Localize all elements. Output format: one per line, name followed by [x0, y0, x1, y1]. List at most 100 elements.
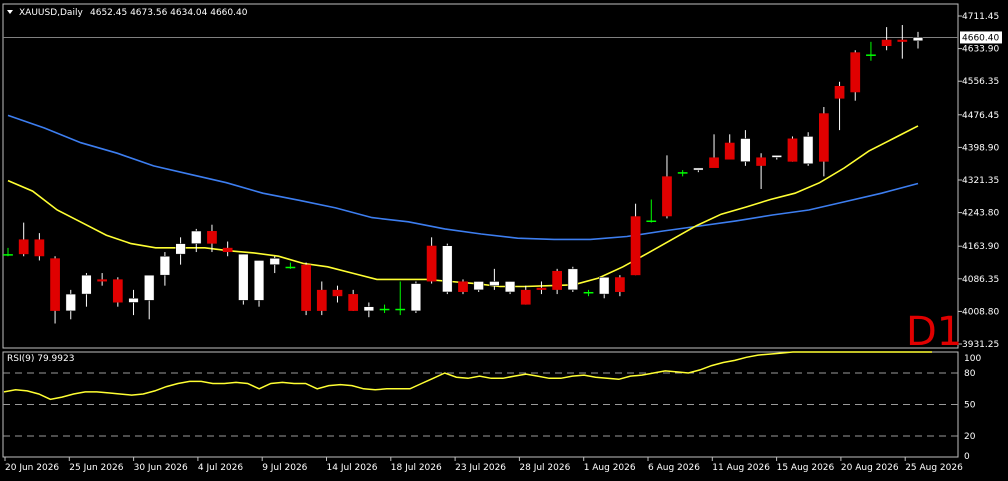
candle-body [442, 245, 453, 293]
trading-chart[interactable]: 4711.45 4633.90 4556.35 4476.45 4398.90 4321.… [0, 0, 1008, 481]
candle-body [410, 283, 422, 312]
candle [552, 268, 563, 295]
candle [50, 256, 60, 324]
current-price-label: 4660.40 [962, 33, 999, 43]
candle-body [646, 220, 657, 223]
candle [897, 25, 908, 59]
candle [866, 41, 876, 61]
rsi-line [3, 351, 932, 401]
date-tick-label: 6 Aug 2026 [648, 463, 700, 473]
candle-body [395, 308, 406, 311]
date-tick-label: 28 Jul 2026 [519, 463, 570, 473]
candle-body [363, 306, 374, 312]
date-tick-label: 1 Aug 2026 [584, 463, 636, 473]
candle [536, 281, 547, 295]
symbol-label: XAUUSD,Daily [19, 8, 83, 18]
candle [18, 222, 29, 257]
candle-body [709, 157, 719, 168]
rsi-tick-label: 0 [964, 452, 970, 462]
date-tick-label: 30 Jun 2026 [134, 463, 188, 473]
candle [159, 252, 171, 286]
candle [97, 273, 108, 286]
candle [473, 281, 484, 292]
candle-body [128, 298, 139, 303]
candle-body [3, 254, 13, 256]
rsi-tick-label: 100 [964, 354, 981, 364]
candle [567, 266, 578, 292]
candle-body [18, 239, 29, 255]
candle [834, 81, 845, 131]
candle-body [630, 216, 641, 276]
candle [771, 155, 782, 160]
candle [787, 136, 798, 162]
candle-body [159, 255, 171, 276]
date-tick-label: 25 Aug 2026 [905, 463, 963, 473]
price-tick-label: 4321.35 [962, 176, 999, 186]
candle-body [583, 291, 594, 294]
candle-body [756, 157, 766, 166]
candle [630, 203, 641, 276]
candle-body [316, 289, 327, 311]
candle-body [520, 289, 531, 305]
price-tick-label: 4243.80 [962, 209, 999, 219]
chart-canvas[interactable]: 4711.45 4633.90 4556.35 4476.45 4398.90 4321.… [0, 0, 1008, 481]
candle-body [207, 231, 217, 244]
date-tick-label: 25 Jun 2026 [69, 463, 123, 473]
candle-body [144, 274, 155, 301]
candle [881, 27, 892, 51]
candle [693, 167, 704, 173]
candle-body [881, 39, 892, 47]
candle-body [866, 54, 876, 56]
candle [301, 262, 311, 316]
candle [426, 237, 437, 284]
candle-body [426, 245, 437, 282]
candle [238, 253, 249, 305]
candle-body [536, 287, 547, 290]
candle [175, 237, 186, 265]
candle-body [253, 260, 265, 301]
candle-body [34, 239, 45, 257]
candle [379, 304, 390, 313]
candle [520, 285, 531, 305]
ohlc-label: 4652.45 4673.56 4634.04 4660.40 [90, 8, 248, 18]
candle [81, 273, 92, 307]
candle [442, 243, 453, 295]
candle-body [332, 289, 343, 297]
candle-body [740, 138, 751, 162]
date-tick-label: 23 Jul 2026 [455, 463, 506, 473]
candle [3, 247, 13, 257]
candle [818, 106, 829, 177]
candle [504, 281, 516, 295]
rsi-tick-label: 80 [964, 369, 976, 379]
candle-body [771, 155, 782, 158]
candle-body [269, 258, 280, 265]
candle [677, 170, 688, 177]
candle [740, 130, 751, 166]
rsi-tick-label: 50 [964, 401, 976, 411]
candle [395, 281, 406, 316]
rsi-panel-frame [2, 351, 959, 458]
candle-body [489, 281, 500, 286]
ma-slow-line [7, 114, 919, 241]
candle [112, 277, 123, 307]
candle-body [818, 113, 829, 162]
collapse-triangle-icon [7, 10, 13, 14]
price-tick-label: 4398.90 [962, 143, 999, 153]
candle [285, 262, 296, 269]
date-tick-label: 14 Jul 2026 [327, 463, 378, 473]
candle-body [677, 172, 688, 174]
candle-body [787, 138, 798, 162]
candle [363, 302, 374, 318]
candle [709, 134, 719, 168]
date-tick-label: 9 Jul 2026 [262, 463, 307, 473]
candle [253, 260, 265, 307]
candle-body [897, 39, 908, 42]
candle-body [458, 281, 468, 292]
candle-body [473, 281, 484, 291]
candle-body [81, 274, 92, 295]
candle [912, 31, 924, 49]
candle-body [65, 293, 76, 312]
candle [128, 289, 139, 316]
candle [348, 289, 359, 311]
candle [615, 275, 625, 297]
